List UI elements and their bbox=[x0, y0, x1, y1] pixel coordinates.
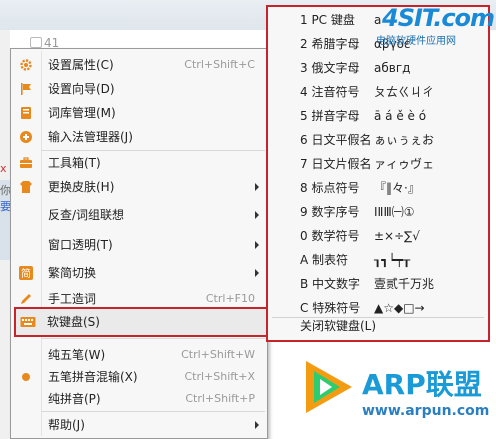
keyboard-icon bbox=[20, 317, 36, 327]
menu-item-settings[interactable]: 设置属性(C) Ctrl+Shift+C bbox=[11, 53, 267, 77]
dictionary-icon bbox=[21, 107, 31, 119]
menu-item-traditional-simplified[interactable]: 简 繁简切换 bbox=[11, 261, 267, 285]
background-window-left: x 你 要 bbox=[0, 30, 11, 439]
menu-item-toolbox[interactable]: 工具箱(T) bbox=[11, 151, 267, 175]
submenu-item-hiragana[interactable]: 6 日文平假名 ぁぃぅぇお bbox=[268, 127, 488, 153]
menu-item-shortcut: Ctrl+Shift+W bbox=[181, 348, 255, 361]
pencil-icon bbox=[21, 294, 31, 304]
submenu-item-box-drawing[interactable]: A 制表符 ┒┓┕┯┰ bbox=[268, 247, 488, 273]
menu-item-shortcut: Ctrl+Shift+P bbox=[185, 392, 255, 405]
flag-icon bbox=[21, 83, 31, 95]
submenu-item-russian[interactable]: 3 俄文字母 абвгд bbox=[268, 55, 488, 81]
menu-item-label: 帮助(J) bbox=[48, 418, 85, 432]
submenu-arrow-icon bbox=[255, 421, 259, 429]
menu-item-label: 五笔拼音混输(X) bbox=[48, 370, 138, 384]
submenu-item-number-sequence[interactable]: 9 数字序号 ⅠⅡⅢ㈠① bbox=[268, 199, 488, 225]
menu-item-shortcut: Ctrl+Shift+X bbox=[184, 370, 255, 383]
toolbox-icon bbox=[20, 157, 32, 168]
menu-item-label: 更换皮肤(H) bbox=[48, 180, 115, 194]
menu-separator bbox=[41, 338, 265, 339]
menu-item-wubi-pinyin-mixed[interactable]: 五笔拼音混输(X) Ctrl+Shift+X bbox=[11, 365, 267, 389]
svg-text:简: 简 bbox=[21, 267, 31, 280]
menu-item-change-skin[interactable]: 更换皮肤(H) bbox=[11, 175, 267, 199]
submenu-arrow-icon bbox=[255, 269, 259, 277]
comment-icon bbox=[30, 37, 42, 48]
menu-item-label: 设置属性(C) bbox=[48, 58, 114, 72]
submenu-item-zhuyin[interactable]: 4 注音符号 ㄆㄊㄍㄐㄔ bbox=[268, 79, 488, 105]
menu-item-label: 输入法管理器(J) bbox=[48, 130, 133, 144]
watermark-url: www.arpun.com bbox=[362, 403, 490, 419]
submenu-item-math-symbols[interactable]: 0 数学符号 ±×÷∑√ bbox=[268, 223, 488, 249]
traditional-simplified-icon: 简 bbox=[19, 266, 33, 280]
menu-item-label: 软键盘(S) bbox=[47, 315, 100, 329]
menu-item-window-transparency[interactable]: 窗口透明(T) bbox=[11, 233, 267, 257]
watermark-bottom: ARP联盟 www.arpun.com bbox=[282, 355, 496, 439]
menu-item-reverse-lookup[interactable]: 反查/词组联想 bbox=[11, 203, 267, 227]
menu-item-label: 设置向导(D) bbox=[48, 82, 115, 96]
menu-item-pure-wubi[interactable]: 纯五笔(W) Ctrl+Shift+W bbox=[11, 343, 267, 367]
submenu-arrow-icon bbox=[255, 183, 259, 191]
soft-keyboard-submenu: 1 PC 键盘 a 2 希腊字母 αβγδε 3 俄文字母 абвгд 4 注音符号ㄆ… bbox=[266, 5, 490, 342]
submenu-item-close-keyboard[interactable]: 关闭软键盘(L) bbox=[268, 313, 488, 339]
menu-item-soft-keyboard[interactable]: 软键盘(S) bbox=[14, 307, 270, 337]
menu-item-label: 纯拼音(P) bbox=[48, 392, 101, 406]
menu-item-label: 词库管理(M) bbox=[48, 106, 116, 120]
dot-icon bbox=[22, 373, 30, 381]
submenu-arrow-icon bbox=[255, 211, 259, 219]
watermark-brand: ARP联盟 bbox=[362, 368, 482, 401]
submenu-item-pinyin[interactable]: 5 拼音字母 ā á ě è ó bbox=[268, 103, 488, 129]
background-glyph: x bbox=[0, 162, 7, 175]
menu-separator bbox=[41, 411, 265, 412]
submenu-arrow-icon bbox=[255, 241, 259, 249]
input-manager-icon bbox=[20, 131, 32, 143]
menu-item-dictionary[interactable]: 词库管理(M) bbox=[11, 101, 267, 125]
submenu-item-punctuation[interactable]: 8 标点符号 『‖々·』 bbox=[268, 175, 488, 201]
skin-icon bbox=[20, 181, 32, 193]
watermark-logo: 4SIT.com bbox=[382, 4, 495, 32]
menu-item-pure-pinyin[interactable]: 纯拼音(P) Ctrl+Shift+P bbox=[11, 387, 267, 411]
menu-item-label: 纯五笔(W) bbox=[48, 348, 106, 362]
watermark-top: 4SIT.com 电脑软硬件应用网 bbox=[376, 4, 495, 47]
menu-item-label: 繁简切换 bbox=[48, 266, 97, 280]
gear-icon bbox=[20, 59, 32, 71]
submenu-item-katakana[interactable]: 7 日文片假名 ァィゥヴェ bbox=[268, 151, 488, 177]
menu-item-shortcut: Ctrl+Shift+C bbox=[184, 58, 255, 71]
play-logo-icon bbox=[306, 361, 352, 413]
menu-item-label: 窗口透明(T) bbox=[48, 238, 113, 252]
menu-item-input-manager[interactable]: 输入法管理器(J) bbox=[11, 125, 267, 149]
menu-item-help[interactable]: 帮助(J) bbox=[11, 413, 267, 437]
ime-context-menu: 设置属性(C) Ctrl+Shift+C 设置向导(D) 词库管理(M) 输入法… bbox=[10, 48, 268, 439]
watermark-subtitle: 电脑软硬件应用网 bbox=[376, 36, 456, 47]
menu-item-setup-wizard[interactable]: 设置向导(D) bbox=[11, 77, 267, 101]
submenu-item-chinese-numbers[interactable]: B 中文数字 壹贰千万兆 bbox=[268, 271, 488, 297]
menu-item-label: 反查/词组联想 bbox=[48, 208, 125, 222]
menu-item-label: 工具箱(T) bbox=[48, 156, 101, 170]
